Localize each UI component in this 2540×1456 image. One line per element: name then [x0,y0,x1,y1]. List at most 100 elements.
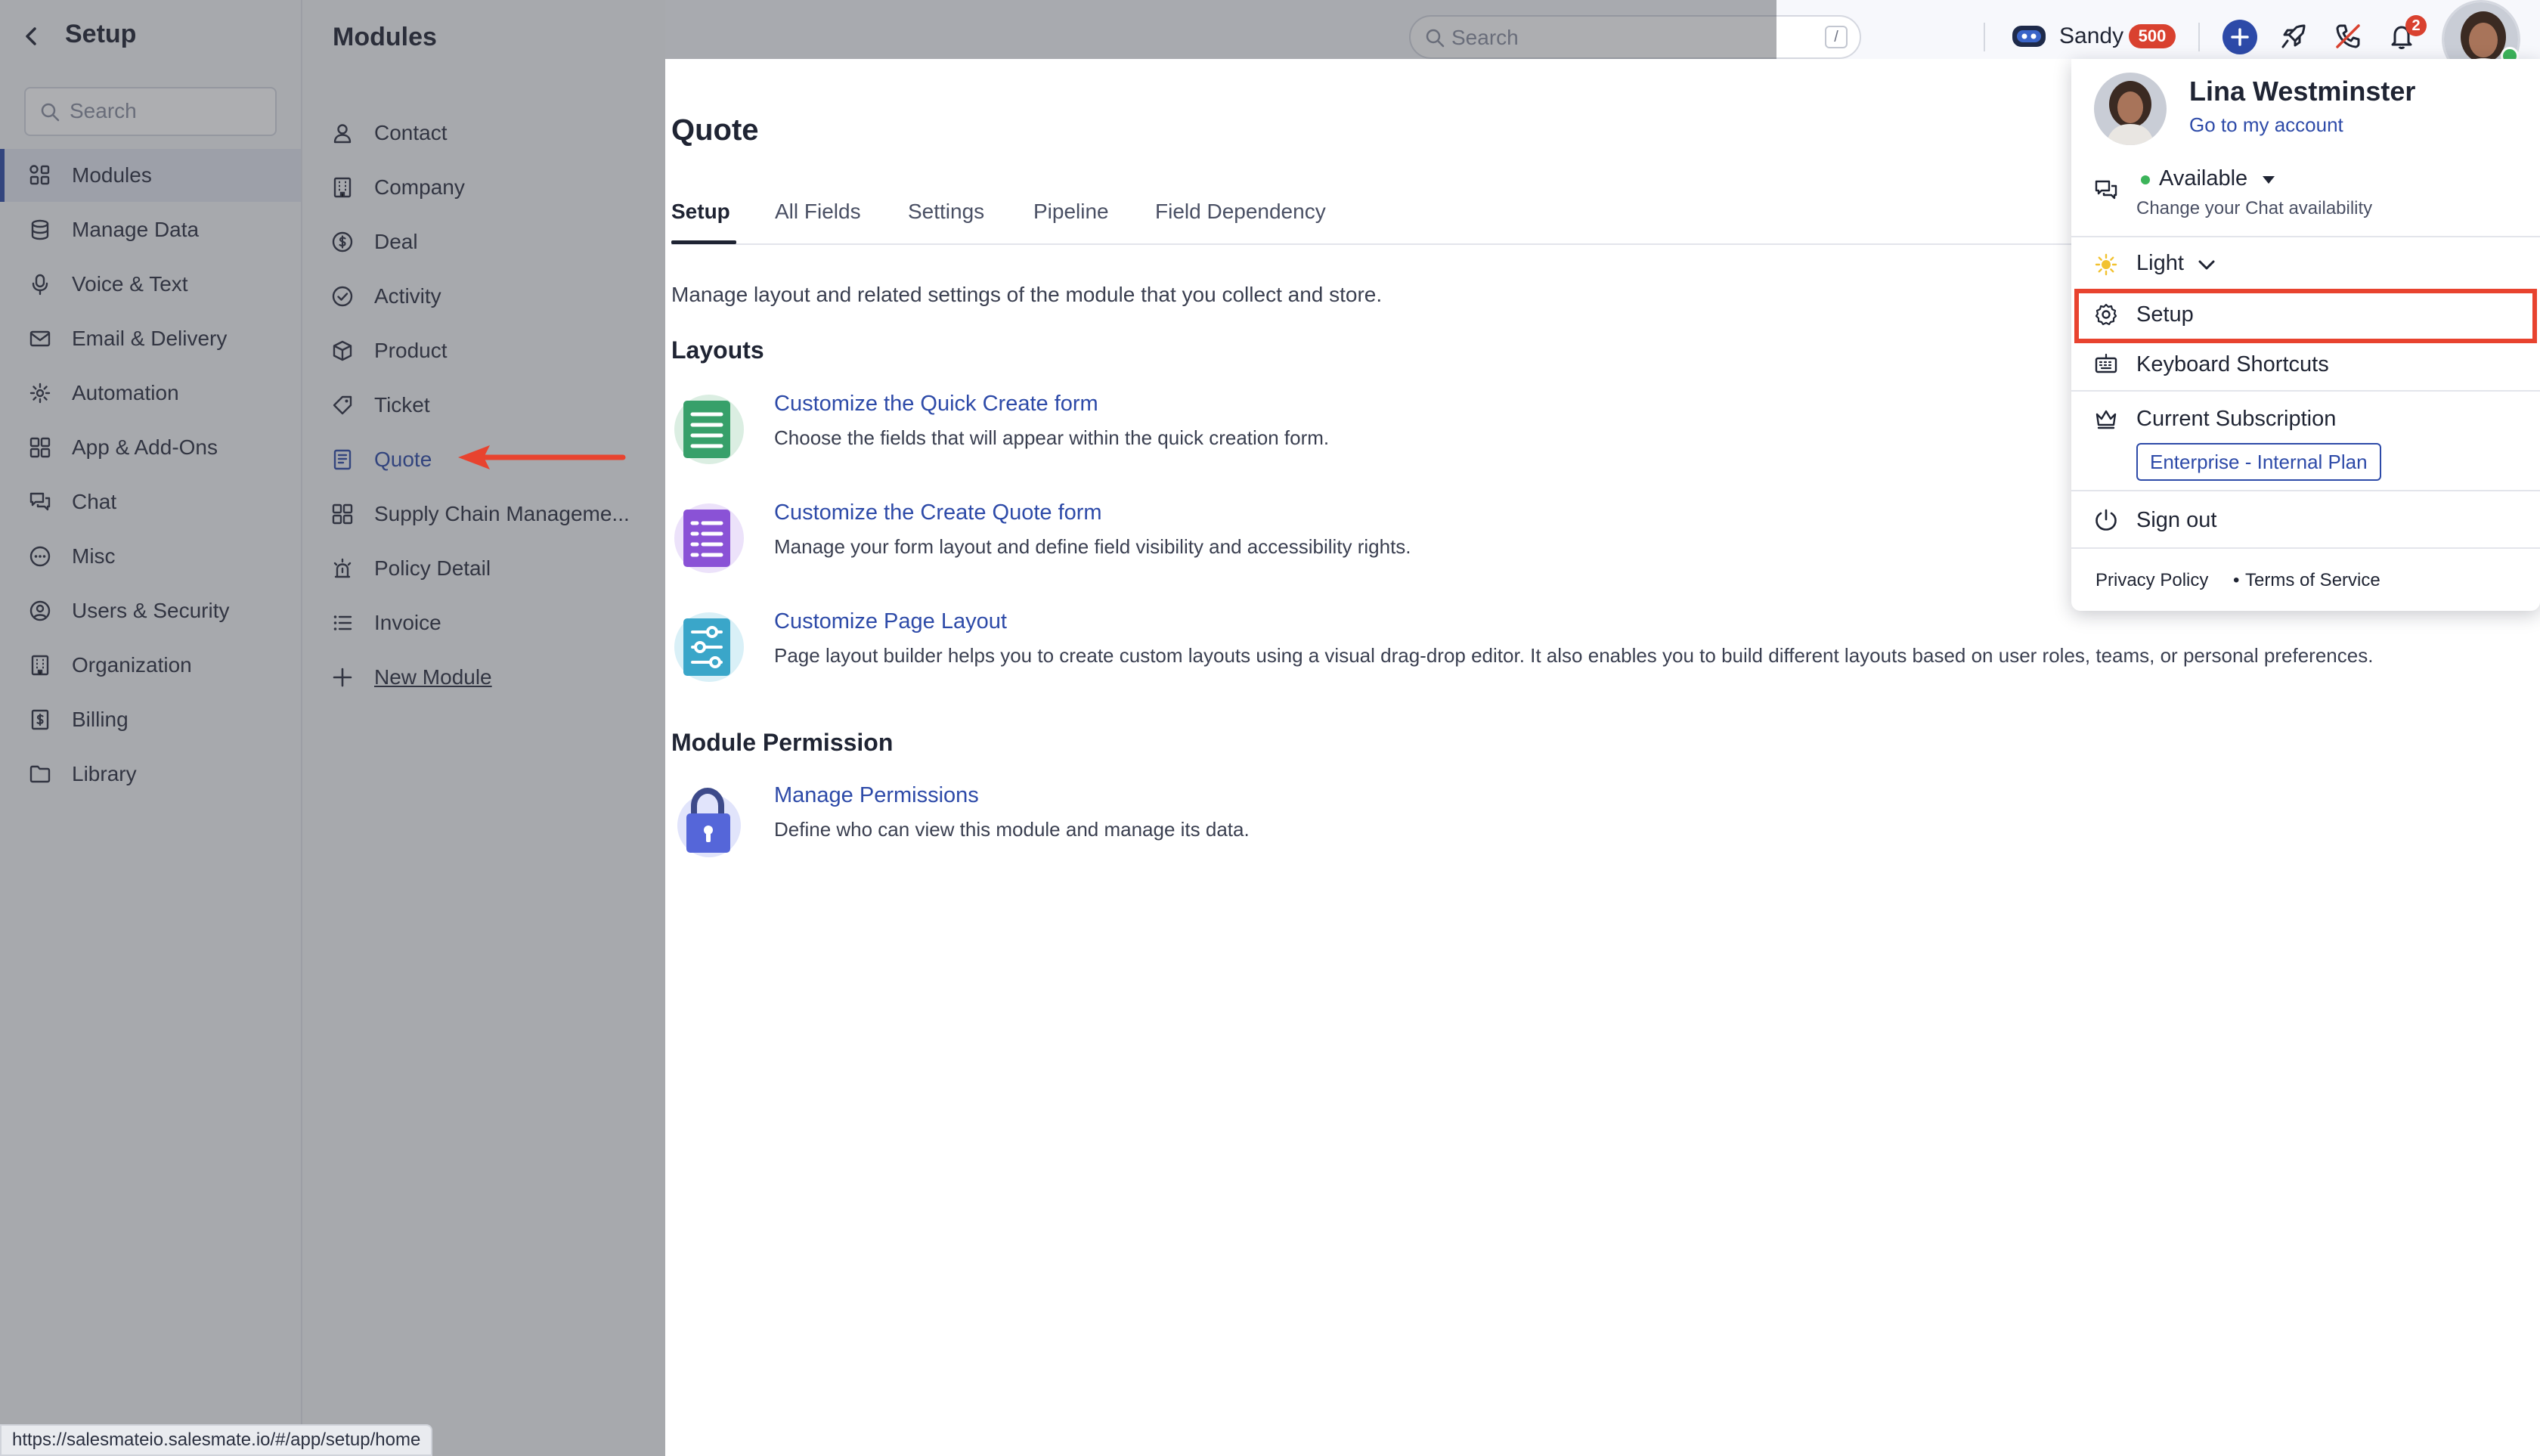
notification-count-badge: 2 [2405,15,2427,36]
module-item-label: Deal [374,230,418,253]
sidebar-search-input[interactable] [70,96,266,126]
tab-pipeline[interactable]: Pipeline [1033,200,1109,224]
list-icon [331,612,354,634]
create-form-icon [671,500,747,576]
module-intro-text: Manage layout and related settings of th… [671,283,1383,306]
sidebar-item-organization[interactable]: Organization [0,639,301,692]
availability-status: Available [2159,166,2248,191]
page-layout-card[interactable]: Customize Page Layout Page layout builde… [671,609,2486,692]
dollar-circle-icon [331,231,354,253]
sidebar-item-email-delivery[interactable]: Email & Delivery [0,312,301,365]
profile-avatar [2094,73,2167,145]
tab-settings[interactable]: Settings [908,200,984,224]
module-item-new-module[interactable]: New Module [302,655,665,700]
module-item-label: Supply Chain Manageme... [374,502,630,525]
tab-field-dependency[interactable]: Field Dependency [1155,200,1326,224]
tab-all-fields[interactable]: All Fields [775,200,861,224]
crown-icon [2094,407,2118,431]
module-item-label: Activity [374,284,441,308]
create-quote-link[interactable]: Customize the Create Quote form [774,500,1102,525]
module-item-invoice[interactable]: Invoice [302,600,665,646]
availability-hint: Change your Chat availability [2136,198,2373,218]
page-layout-link[interactable]: Customize Page Layout [774,609,1007,634]
chevron-down-icon [2198,260,2215,271]
terms-of-service-link[interactable]: Terms of Service [2245,570,2380,591]
sidebar-item-manage-data[interactable]: Manage Data [0,203,301,256]
profile-name: Lina Westminster [2189,76,2416,107]
quick-add-button[interactable] [2222,20,2257,54]
available-status-dot [2141,175,2150,184]
active-tab-indicator [671,240,736,244]
sidebar-item-billing[interactable]: Billing [0,693,301,746]
module-item-activity[interactable]: Activity [302,274,665,319]
sidebar-header: Setup [0,0,302,73]
sidebar-item-label: Misc [72,544,116,568]
sidebar-item-app-addons[interactable]: App & Add-Ons [0,421,301,474]
status-bar-url: https://salesmateio.salesmate.io/#/app/s… [0,1424,433,1456]
setup-menu-item[interactable]: Setup [2071,292,2540,340]
theme-toggle-row[interactable]: Light [2071,243,2540,286]
setup-label: Setup [2136,302,2194,327]
sidebar-item-users-security[interactable]: Users & Security [0,584,301,637]
sandy-bot-icon[interactable] [2011,23,2047,50]
manage-permissions-card[interactable]: Manage Permissions Define who can view t… [671,783,2486,866]
module-item-deal[interactable]: Deal [302,219,665,265]
chat-availability-row[interactable]: Available Change your Chat availability [2071,165,2540,233]
rocket-icon[interactable] [2278,21,2309,51]
module-item-label: Policy Detail [374,556,491,580]
sidebar-search[interactable] [24,87,277,136]
sidebar-item-misc[interactable]: Misc [0,530,301,583]
sandy-label[interactable]: Sandy [2059,23,2123,49]
keyboard-shortcuts-label: Keyboard Shortcuts [2136,352,2329,376]
sidebar-item-voice-text[interactable]: Voice & Text [0,258,301,311]
manage-permissions-desc: Define who can view this module and mana… [774,818,1250,841]
module-item-ticket[interactable]: Ticket [302,383,665,428]
sidebar-item-automation[interactable]: Automation [0,367,301,420]
topbar-divider [1984,23,1985,51]
back-arrow-icon[interactable] [21,24,42,48]
global-search[interactable]: / [1409,15,1861,59]
check-circle-icon [331,285,354,308]
topbar-divider [2198,23,2200,51]
sidebar-item-chat[interactable]: Chat [0,476,301,528]
subscription-plan-badge[interactable]: Enterprise - Internal Plan [2136,443,2381,481]
privacy-policy-link[interactable]: Privacy Policy [2096,570,2208,591]
current-subscription-row: Current Subscription [2071,396,2540,441]
quick-create-link[interactable]: Customize the Quick Create form [774,392,1098,417]
module-item-company[interactable]: Company [302,165,665,210]
sign-out-item[interactable]: Sign out [2071,496,2540,544]
subscription-label: Current Subscription [2136,407,2337,431]
module-item-contact[interactable]: Contact [302,110,665,156]
profile-dropdown: Lina Westminster Go to my account Availa… [2071,59,2540,611]
sign-out-label: Sign out [2136,508,2217,532]
sidebar-item-label: Users & Security [72,599,230,622]
modules-title: Modules [333,23,437,51]
layouts-heading: Layouts [671,336,764,364]
sidebar-title: Setup [65,20,137,48]
tab-setup[interactable]: Setup [671,200,730,224]
tag-icon [331,394,354,417]
new-module-link[interactable]: New Module [374,665,492,689]
database-icon [29,218,51,241]
manage-permissions-link[interactable]: Manage Permissions [774,783,979,808]
chat-icon [29,491,51,513]
billing-icon [29,708,51,731]
keyboard-shortcuts-item[interactable]: Keyboard Shortcuts [2071,342,2540,390]
module-item-label: Invoice [374,611,441,634]
global-search-input[interactable] [1451,24,1799,51]
sidebar-item-label: Billing [72,708,129,731]
phone-disabled-icon[interactable] [2333,21,2363,51]
sidebar-item-modules[interactable]: Modules [0,149,301,202]
setup-sidebar: Setup Modules Manage Data Voice & Text E… [0,0,302,1456]
sidebar-item-label: App & Add-Ons [72,435,218,459]
sidebar-item-label: Modules [72,163,152,187]
module-item-supply-chain[interactable]: Supply Chain Manageme... [302,491,665,537]
building-icon [29,654,51,677]
sidebar-item-library[interactable]: Library [0,748,301,801]
module-item-policy-detail[interactable]: Policy Detail [302,546,665,591]
plus-icon [331,666,354,689]
module-item-product[interactable]: Product [302,328,665,373]
search-shortcut-key: / [1825,26,1848,48]
sun-icon [2094,252,2118,277]
go-to-account-link[interactable]: Go to my account [2189,113,2343,137]
